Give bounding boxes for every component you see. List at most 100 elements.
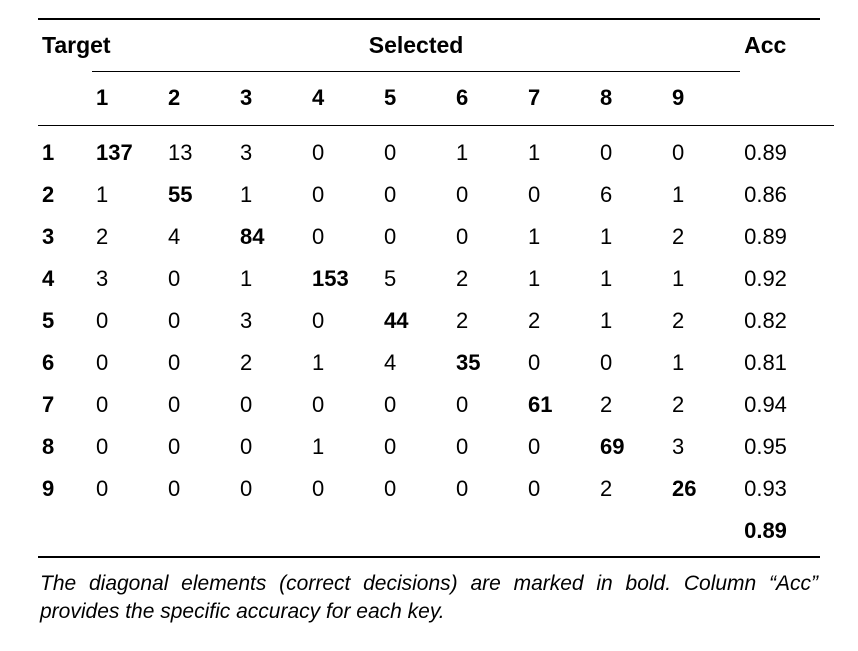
cell: 0 [452,216,524,258]
cell: 0 [236,384,308,426]
table-row: 11371330011000.89 [38,126,834,175]
cell: 0 [452,468,524,510]
cell: 0 [308,300,380,342]
cell: 3 [236,300,308,342]
cell: 0 [380,174,452,216]
cell: 1 [308,426,380,468]
cell: 2 [452,258,524,300]
cell: 0 [236,426,308,468]
cell: 1 [596,258,668,300]
row-label: 8 [38,426,92,468]
row-label: 4 [38,258,92,300]
cell: 137 [92,126,164,175]
col-label-3: 3 [236,71,308,126]
cell: 1 [668,258,740,300]
cell: 0 [668,126,740,175]
cell: 1 [236,258,308,300]
cell: 0 [524,342,596,384]
cell: 0 [164,300,236,342]
cell: 6 [596,174,668,216]
cell: 0 [92,300,164,342]
cell: 0 [92,468,164,510]
row-accuracy: 0.86 [740,174,834,216]
header-target: Target [38,20,92,71]
table-row: 800010006930.95 [38,426,834,468]
cell: 4 [164,216,236,258]
cell: 0 [164,384,236,426]
row-accuracy: 0.93 [740,468,834,510]
cell: 2 [596,384,668,426]
cell: 2 [92,216,164,258]
header-row: Target Selected Acc [38,20,834,71]
table-row: 215510000610.86 [38,174,834,216]
cell: 2 [668,300,740,342]
cell: 153 [308,258,380,300]
row-label: 3 [38,216,92,258]
cell: 1 [452,126,524,175]
cell: 0 [596,126,668,175]
cell: 84 [236,216,308,258]
summary-blank [308,510,380,556]
cell: 44 [380,300,452,342]
cell: 1 [668,174,740,216]
summary-blank [92,510,164,556]
col-label-1: 1 [92,71,164,126]
cell: 0 [308,216,380,258]
row-label: 9 [38,468,92,510]
summary-blank [380,510,452,556]
cell: 3 [668,426,740,468]
row-label: 6 [38,342,92,384]
cell: 0 [92,342,164,384]
page-container: Target Selected Acc 1 2 3 4 5 6 7 8 9 [0,0,858,651]
col-label-6: 6 [452,71,524,126]
cell: 0 [308,174,380,216]
cell: 13 [164,126,236,175]
table-row: 700000061220.94 [38,384,834,426]
cell: 0 [164,342,236,384]
subheader-blank-left [38,71,92,126]
row-label: 7 [38,384,92,426]
col-label-4: 4 [308,71,380,126]
table-head: Target Selected Acc 1 2 3 4 5 6 7 8 9 [38,20,834,126]
summary-blank [452,510,524,556]
col-label-7: 7 [524,71,596,126]
table-row: 324840001120.89 [38,216,834,258]
summary-row: 0.89 [38,510,834,556]
row-label: 5 [38,300,92,342]
col-label-8: 8 [596,71,668,126]
header-selected: Selected [92,20,740,71]
summary-blank [596,510,668,556]
table-body: 11371330011000.89215510000610.8632484000… [38,126,834,557]
confusion-matrix-table: Target Selected Acc 1 2 3 4 5 6 7 8 9 [38,20,834,556]
row-accuracy: 0.89 [740,126,834,175]
cell: 3 [236,126,308,175]
row-accuracy: 0.92 [740,258,834,300]
cell: 2 [668,216,740,258]
row-accuracy: 0.95 [740,426,834,468]
cell: 2 [452,300,524,342]
row-accuracy: 0.89 [740,216,834,258]
col-label-5: 5 [380,71,452,126]
cell: 1 [524,126,596,175]
cell: 0 [308,468,380,510]
cell: 2 [524,300,596,342]
table-row: 500304422120.82 [38,300,834,342]
cell: 1 [596,300,668,342]
cell: 61 [524,384,596,426]
cell: 0 [164,258,236,300]
cell: 1 [596,216,668,258]
cell: 0 [596,342,668,384]
cell: 1 [92,174,164,216]
cell: 0 [164,468,236,510]
table-row: 4301153521110.92 [38,258,834,300]
cell: 1 [524,258,596,300]
cell: 0 [524,174,596,216]
row-label: 2 [38,174,92,216]
cell: 1 [524,216,596,258]
cell: 0 [380,126,452,175]
table-frame: Target Selected Acc 1 2 3 4 5 6 7 8 9 [38,18,820,558]
cell: 0 [380,468,452,510]
cell: 0 [380,384,452,426]
cell: 3 [92,258,164,300]
cell: 35 [452,342,524,384]
